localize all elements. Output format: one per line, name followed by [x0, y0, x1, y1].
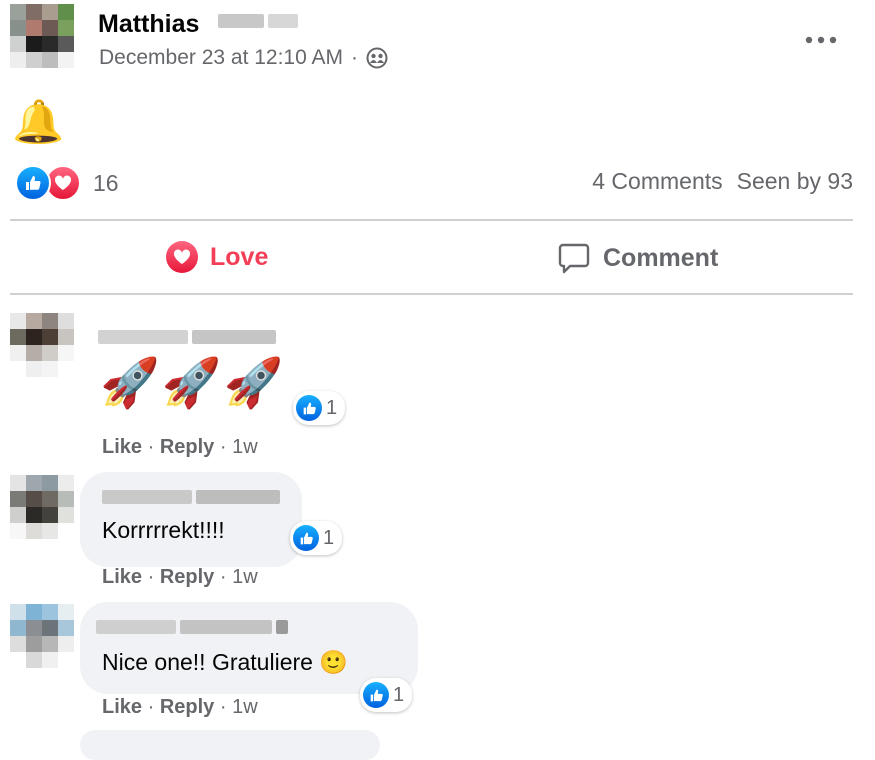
meta-sep: · — [147, 696, 155, 718]
post-meta: December 23 at 12:10 AM · — [99, 46, 388, 70]
love-button[interactable]: Love — [166, 241, 268, 273]
comment-time-2[interactable]: 1w — [232, 566, 258, 588]
comment-reply-button-1[interactable]: Reply — [160, 436, 214, 458]
divider-top — [10, 219, 853, 221]
post-timestamp[interactable]: December 23 at 12:10 AM — [99, 46, 343, 70]
comment-label: Comment — [603, 243, 719, 272]
commenter-avatar-1[interactable] — [10, 313, 74, 377]
like-reaction-icon — [363, 682, 389, 708]
meta-sep: · — [219, 566, 227, 588]
comment-time-3[interactable]: 1w — [232, 696, 258, 718]
comment-reaction-count-1: 1 — [326, 396, 338, 419]
comment-text-1: 🚀🚀🚀 — [100, 354, 285, 414]
redacted-commenter-name-3 — [96, 620, 288, 634]
love-label: Love — [210, 242, 269, 271]
seen-by-count[interactable]: Seen by 93 — [737, 168, 853, 195]
comment-reactions-1[interactable]: 1 — [293, 391, 346, 425]
author-avatar[interactable] — [10, 4, 74, 68]
reaction-count[interactable]: 16 — [93, 170, 119, 197]
comment-reaction-count-3: 1 — [393, 683, 405, 706]
comment-reactions-3[interactable]: 1 — [360, 678, 413, 712]
comment-reply-button-3[interactable]: Reply — [160, 696, 214, 718]
more-options-icon[interactable] — [804, 34, 838, 46]
comment-like-button-1[interactable]: Like — [102, 436, 142, 458]
comment-reactions-2[interactable]: 1 — [290, 521, 343, 555]
comment-meta-2: Like · Reply · 1w — [102, 566, 258, 589]
comment-reply-button-2[interactable]: Reply — [160, 566, 214, 588]
meta-sep: · — [219, 436, 227, 458]
like-reaction-icon — [296, 395, 322, 421]
comment-text-2: Korrrrrekt!!!! — [102, 517, 225, 543]
friends-icon[interactable] — [366, 47, 388, 69]
meta-separator: · — [350, 46, 358, 69]
like-reaction-icon — [15, 165, 51, 201]
comment-meta-1: Like · Reply · 1w — [102, 436, 258, 459]
meta-sep: · — [219, 696, 227, 718]
author-first-name[interactable]: Matthias — [98, 10, 199, 38]
comment-time-1[interactable]: 1w — [232, 436, 258, 458]
divider-bottom — [10, 293, 853, 295]
comment-meta-3: Like · Reply · 1w — [102, 696, 258, 719]
reactions-summary[interactable]: 16 — [15, 165, 119, 201]
love-icon — [166, 241, 198, 273]
meta-sep: · — [147, 566, 155, 588]
comment-like-button-2[interactable]: Like — [102, 566, 142, 588]
like-reaction-icon — [293, 525, 319, 551]
commenter-avatar-2[interactable] — [10, 475, 74, 539]
rocket-emojis: 🚀🚀🚀 — [100, 357, 286, 410]
post-stats: 4 Comments Seen by 93 — [592, 168, 853, 195]
comment-icon — [558, 243, 590, 274]
author-name[interactable]: Matthias — [98, 10, 199, 39]
comments-count[interactable]: 4 Comments — [592, 168, 722, 195]
comment-button[interactable]: Comment — [557, 241, 718, 275]
meta-sep: · — [147, 436, 155, 458]
commenter-avatar-3[interactable] — [10, 604, 74, 668]
redacted-commenter-name-1 — [98, 330, 276, 344]
comment-text-3: Nice one!! Gratuliere 🙂 — [102, 649, 348, 675]
redacted-commenter-name-2 — [102, 490, 280, 504]
comment-like-button-3[interactable]: Like — [102, 696, 142, 718]
bell-emoji: 🔔 — [12, 98, 65, 145]
comment-reaction-count-2: 1 — [323, 526, 335, 549]
redacted-surname — [218, 14, 298, 28]
post-content: 🔔 — [12, 97, 64, 147]
